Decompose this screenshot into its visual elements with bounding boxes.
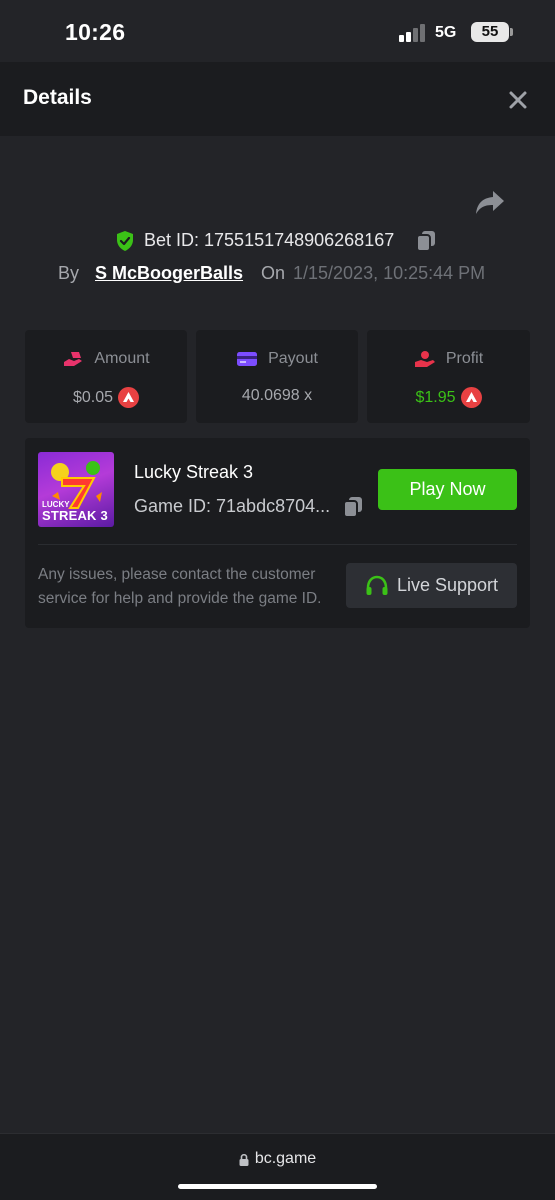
url-bar[interactable]: bc.game [0,1150,555,1168]
status-bar: 10:26 5G 55 [0,0,555,62]
browser-bar: bc.game [0,1133,555,1200]
support-info-text: Any issues, please contact the customer … [38,566,322,607]
money-hand-icon [64,352,83,366]
avax-coin-icon [118,387,140,408]
copy-bet-id-icon[interactable] [416,230,436,252]
live-support-label: Live Support [396,575,499,595]
profit-label: Profit [445,350,484,367]
thumb-title-line2: STREAK 3 [42,508,108,523]
by-label: By [58,263,80,283]
live-support-button[interactable]: Live Support [346,563,517,608]
on-label: On [261,263,286,283]
home-indicator[interactable] [178,1184,377,1189]
payout-value: 40.0698 x [241,387,313,404]
game-card: LUCKY STREAK 3 Lucky Streak 3 Game ID: 7… [25,438,530,628]
copy-game-id-icon[interactable] [343,496,363,518]
network-label: 5G [435,24,457,41]
signal-icon [399,24,429,44]
play-now-button[interactable]: Play Now [378,469,517,510]
amount-value: $0.05 [72,388,114,406]
page-title: Details [23,86,92,109]
headset-icon [366,575,388,595]
payout-card: Payout 40.0698 x [196,330,358,423]
profit-value: $1.95 [415,388,456,406]
verified-shield-icon [117,231,133,251]
lock-icon [239,1153,249,1166]
close-icon[interactable] [503,85,533,115]
bet-datetime: 1/15/2023, 10:25:44 PM [293,263,486,283]
profit-card: Profit $1.95 [367,330,530,423]
amount-card: Amount $0.05 [25,330,187,423]
details-header: Details [0,62,555,136]
avax-coin-icon [460,387,482,408]
bet-id: Bet ID: 1755151748906268167 [144,230,395,250]
share-icon[interactable] [474,188,506,216]
username-link[interactable]: S McBoogerBalls [95,263,243,284]
url-text: bc.game [254,1150,317,1167]
game-name: Lucky Streak 3 [134,462,254,482]
amount-label: Amount [94,350,150,367]
status-time: 10:26 [65,19,126,45]
battery-icon: 55 [471,22,513,42]
profit-hand-icon [414,351,435,367]
game-thumbnail[interactable]: LUCKY STREAK 3 [38,452,114,527]
game-id: Game ID: 71abdc8704... [134,496,331,516]
payout-label: Payout [268,350,318,367]
card-icon [237,352,258,366]
divider [38,544,517,545]
